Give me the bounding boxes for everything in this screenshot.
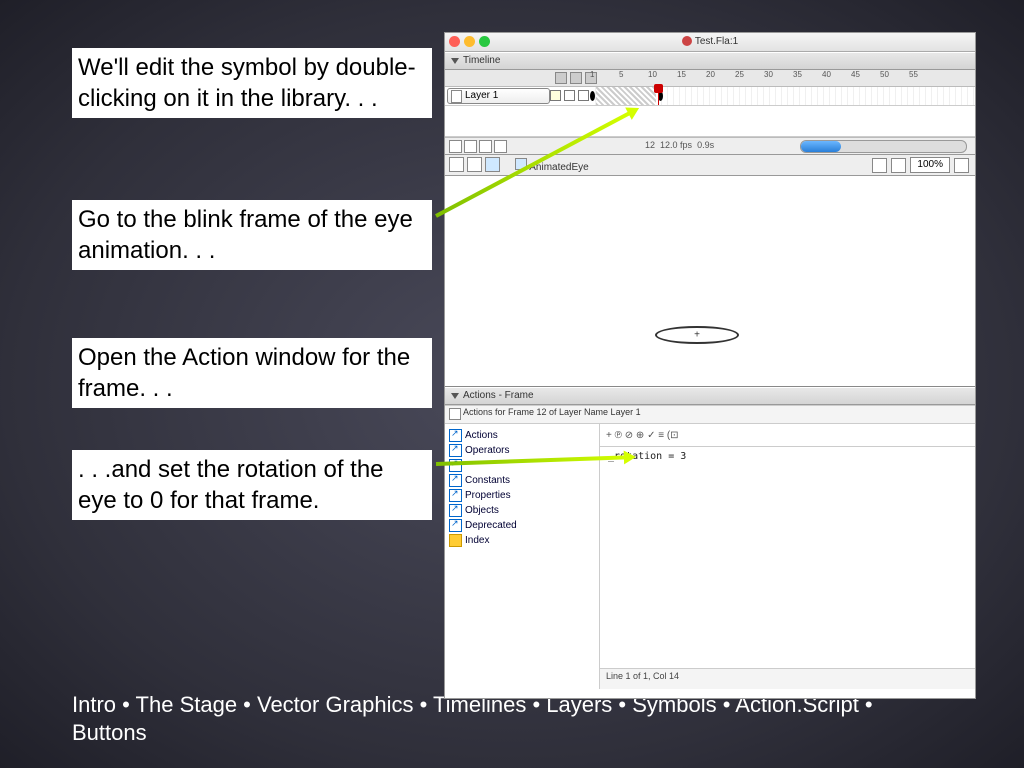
- actions-panel-header[interactable]: Actions - Frame: [445, 387, 975, 405]
- traffic-lights[interactable]: [449, 36, 490, 47]
- tree-item: Deprecated: [447, 518, 597, 533]
- flash-screenshot: Test.Fla:1 Timeline 15101520253035404550…: [444, 32, 976, 699]
- instruction-para-4: . . .and set the rotation of the eye to …: [72, 450, 432, 520]
- pencil-icon[interactable]: [550, 90, 561, 101]
- layer-icon: [451, 90, 462, 103]
- script-text[interactable]: _rotation = 3: [600, 447, 975, 466]
- slide: We'll edit the symbol by double-clicking…: [0, 0, 1024, 768]
- playhead[interactable]: [658, 87, 659, 105]
- minimize-icon[interactable]: [464, 36, 475, 47]
- instruction-para-3: Open the Action window for the frame. . …: [72, 338, 432, 408]
- lock-dot-icon[interactable]: [578, 90, 589, 101]
- tree-item: Objects: [447, 503, 597, 518]
- zoom-menu-icon[interactable]: [954, 158, 969, 173]
- window-titlebar: Test.Fla:1: [445, 33, 975, 52]
- tween-span[interactable]: [596, 87, 656, 105]
- disclosure-triangle-icon[interactable]: [451, 58, 459, 64]
- layer-name: Layer 1: [465, 89, 498, 103]
- timeline-status-readout: 12 12.0 fps 0.9s: [645, 140, 714, 150]
- actions-subtitle[interactable]: Actions for Frame 12 of Layer Name Layer…: [445, 405, 975, 424]
- disclosure-triangle-icon[interactable]: [451, 393, 459, 399]
- symbol-path-icon[interactable]: [485, 157, 500, 172]
- breadcrumb-footer: Intro • The Stage • Vector Graphics • Ti…: [72, 691, 952, 748]
- tree-item: Operators: [447, 443, 597, 458]
- tree-item: Constants: [447, 473, 597, 488]
- eye-symbol-instance[interactable]: [655, 326, 739, 344]
- eye-column-icon[interactable]: [555, 72, 567, 84]
- edit-symbol-icon[interactable]: [891, 158, 906, 173]
- stage[interactable]: [445, 176, 975, 386]
- category-icon: [449, 444, 462, 457]
- timeline-label: Timeline: [463, 53, 500, 69]
- zoom-field[interactable]: 100%: [910, 157, 950, 173]
- timeline-panel-header[interactable]: Timeline: [445, 52, 975, 70]
- category-icon: [449, 519, 462, 532]
- window-title-text: Test.Fla:1: [695, 36, 738, 47]
- tree-item: Index: [447, 533, 597, 548]
- frame-ruler: 1510152025303540455055: [590, 70, 938, 79]
- script-status: Line 1 of 1, Col 14: [600, 668, 975, 689]
- category-icon: [449, 429, 462, 442]
- scene-icon[interactable]: [467, 157, 482, 172]
- timeline-status-bar: 12 12.0 fps 0.9s: [445, 137, 975, 155]
- layer-name-tab[interactable]: Layer 1: [447, 88, 550, 104]
- visibility-dot-icon[interactable]: [564, 90, 575, 101]
- instruction-para-1: We'll edit the symbol by double-clicking…: [72, 48, 432, 118]
- actions-panel-title: Actions - Frame: [463, 388, 534, 404]
- category-icon: [449, 504, 462, 517]
- keyframe-1[interactable]: [590, 91, 595, 101]
- timeline-scrollbar[interactable]: [800, 140, 967, 153]
- timeline-toolbar: 1510152025303540455055: [445, 70, 975, 87]
- zoom-icon[interactable]: [479, 36, 490, 47]
- timeline-layer-row[interactable]: Layer 1: [445, 87, 975, 106]
- back-icon[interactable]: [449, 157, 464, 172]
- actions-panel: Actions - Frame Actions for Frame 12 of …: [445, 386, 975, 689]
- script-toolbar[interactable]: + ℗ ⊘ ⊕ ✓ ≡ (⊡: [600, 424, 975, 447]
- instruction-para-2: Go to the blink frame of the eye animati…: [72, 200, 432, 270]
- delete-layer-icon[interactable]: [494, 140, 507, 153]
- add-layer-icon[interactable]: [449, 140, 462, 153]
- add-folder-icon[interactable]: [479, 140, 492, 153]
- document-icon: [682, 36, 692, 46]
- timeline-empty-rows: [445, 106, 975, 137]
- add-guide-icon[interactable]: [464, 140, 477, 153]
- tree-item: Properties: [447, 488, 597, 503]
- lock-column-icon[interactable]: [570, 72, 582, 84]
- frames-track[interactable]: [590, 87, 975, 105]
- index-icon: [449, 534, 462, 547]
- category-icon: [449, 489, 462, 502]
- actions-script-pane[interactable]: + ℗ ⊘ ⊕ ✓ ≡ (⊡ _rotation = 3 Line 1 of 1…: [600, 424, 975, 689]
- category-icon: [449, 474, 462, 487]
- close-icon[interactable]: [449, 36, 460, 47]
- tree-item: Actions: [447, 428, 597, 443]
- edit-scene-icon[interactable]: [872, 158, 887, 173]
